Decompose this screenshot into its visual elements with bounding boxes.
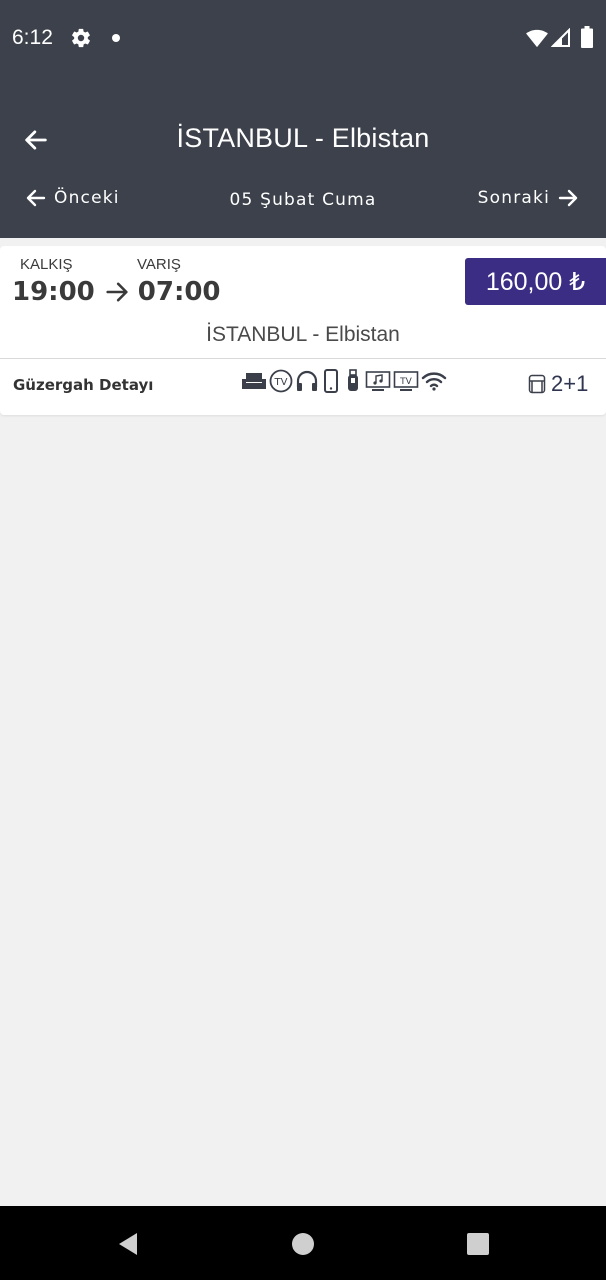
route-detail-link[interactable]: Güzergah Detayı bbox=[13, 376, 153, 394]
svg-text:TV: TV bbox=[399, 377, 412, 387]
gear-icon bbox=[72, 28, 90, 48]
nav-recents-icon[interactable] bbox=[465, 1231, 491, 1257]
app-bar: İSTANBUL - Elbistan Önceki 05 Şubat Cuma… bbox=[0, 78, 606, 238]
trip-card[interactable]: KALKIŞ VARIŞ 19:00 07:00 160,00 ₺ İSTANB… bbox=[0, 246, 606, 415]
tv-icon: TV bbox=[269, 369, 293, 393]
nav-back-icon[interactable] bbox=[115, 1231, 141, 1257]
music-screen-icon bbox=[365, 371, 391, 391]
system-navigation-bar bbox=[0, 1206, 606, 1280]
page-title: İSTANBUL - Elbistan bbox=[176, 123, 430, 153]
departure-time: 19:00 bbox=[12, 277, 95, 307]
status-time: 6:12 bbox=[12, 26, 53, 49]
date-navigation: Önceki 05 Şubat Cuma Sonraki bbox=[0, 186, 606, 216]
usb-icon bbox=[348, 369, 358, 391]
amenities-list: TV TV bbox=[241, 369, 447, 393]
tv-screen-icon: TV bbox=[393, 371, 419, 391]
seat-layout: 2+1 bbox=[528, 371, 588, 397]
nav-home-icon[interactable] bbox=[290, 1231, 316, 1257]
seat-icon bbox=[242, 373, 266, 389]
departure-label: KALKIŞ bbox=[20, 256, 73, 273]
arrival-time: 07:00 bbox=[137, 277, 221, 307]
phone-icon bbox=[324, 369, 338, 393]
trip-times: 19:00 07:00 bbox=[12, 277, 221, 307]
battery-icon bbox=[581, 26, 593, 48]
arrow-right-icon bbox=[106, 282, 128, 302]
wifi-icon bbox=[526, 29, 548, 48]
next-day-label: Sonraki bbox=[477, 188, 550, 208]
seat-layout-icon bbox=[528, 374, 546, 394]
divider bbox=[0, 358, 606, 359]
route-text: İSTANBUL - Elbistan bbox=[206, 323, 400, 346]
arrival-label: VARIŞ bbox=[137, 256, 181, 273]
signal-icon bbox=[551, 28, 570, 47]
svg-text:TV: TV bbox=[274, 377, 288, 388]
seat-layout-text: 2+1 bbox=[551, 371, 589, 396]
notification-dot-icon bbox=[112, 34, 120, 42]
next-day-button[interactable]: Sonraki bbox=[478, 186, 580, 210]
headphones-icon bbox=[296, 370, 318, 391]
status-bar: 6:12 bbox=[0, 0, 606, 78]
arrow-right-icon bbox=[558, 189, 578, 207]
wifi-icon bbox=[421, 372, 447, 391]
price-badge[interactable]: 160,00 ₺ bbox=[465, 258, 606, 305]
